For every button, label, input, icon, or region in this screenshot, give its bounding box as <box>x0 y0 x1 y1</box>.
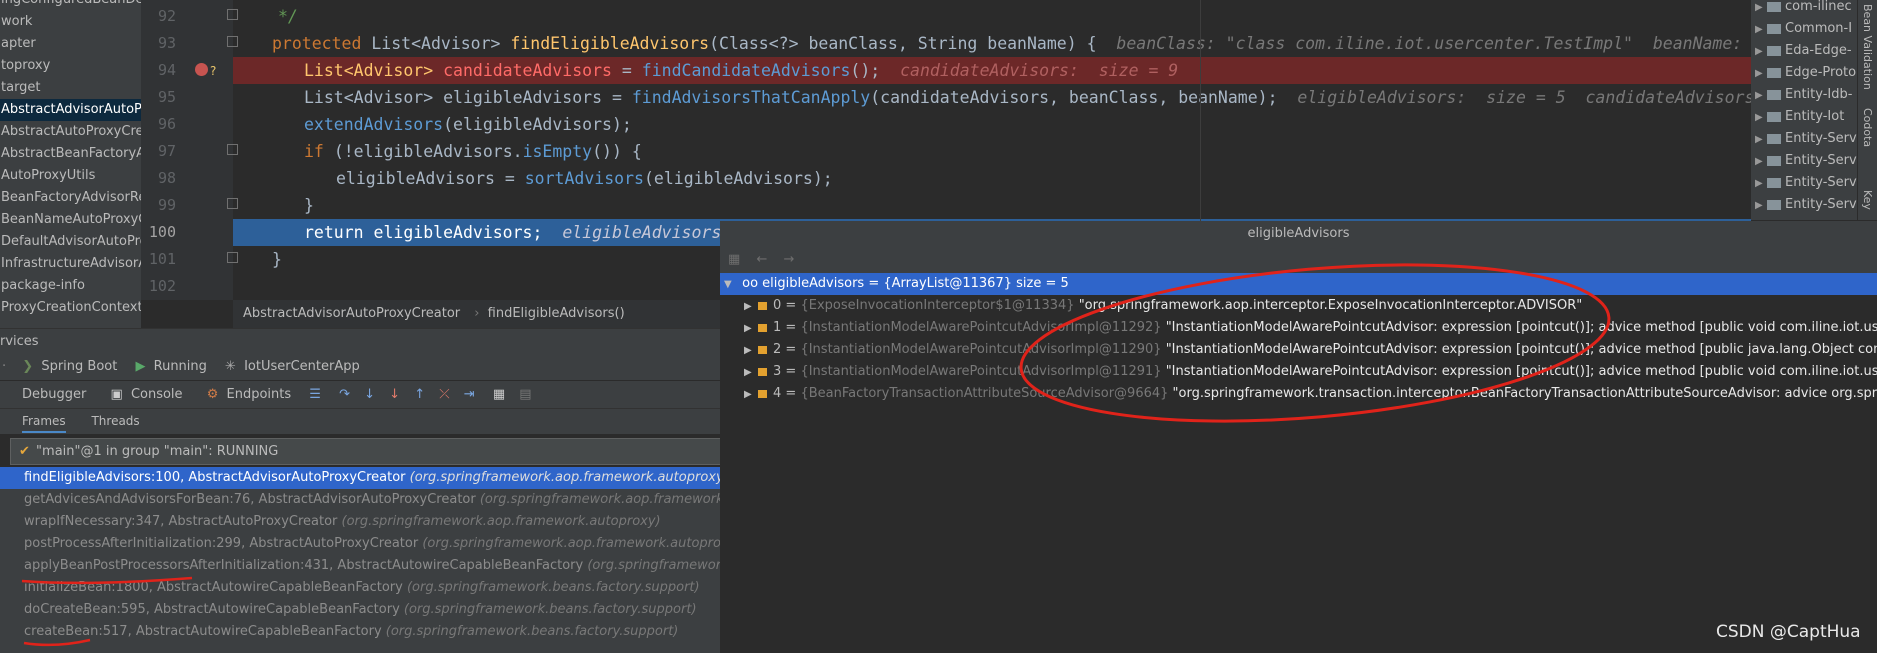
annotation-ellipse <box>1019 263 1611 423</box>
annotation-underline <box>21 576 193 585</box>
watermark: CSDN @CaptHua <box>1716 622 1861 642</box>
annotation-underline <box>23 638 91 647</box>
annotation-overlay <box>21 263 1611 647</box>
